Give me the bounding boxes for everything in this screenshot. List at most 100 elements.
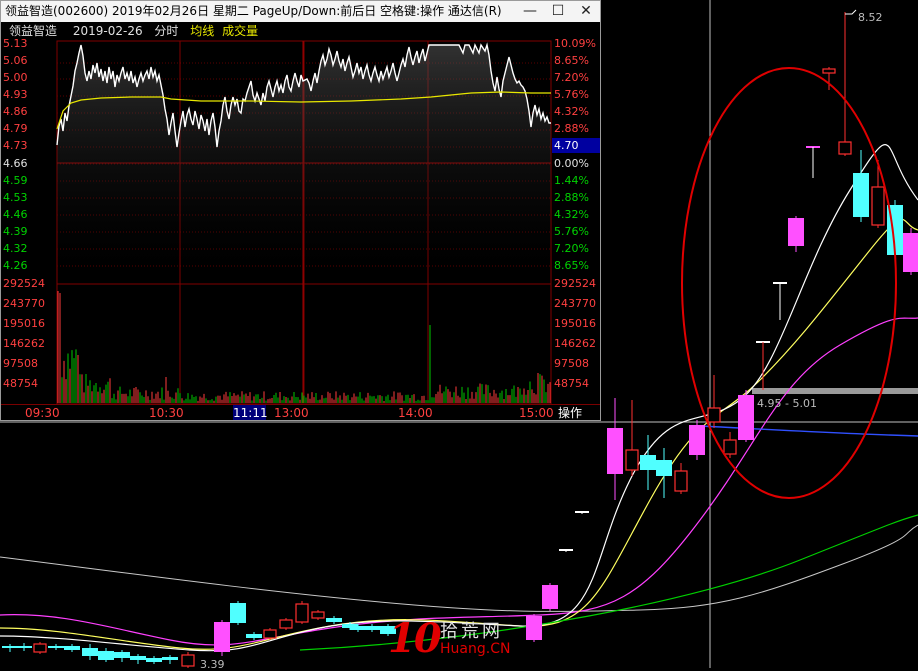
candle-body bbox=[707, 407, 721, 423]
candle-body bbox=[838, 141, 852, 155]
volume-tick-label-left: 292524 bbox=[3, 277, 45, 290]
candle-body bbox=[279, 619, 293, 629]
candle-body bbox=[114, 652, 130, 658]
price-tick-label: 4.73 bbox=[3, 139, 28, 152]
percent-tick-label: 0.00% bbox=[554, 157, 589, 170]
percent-tick-label: 8.65% bbox=[554, 259, 589, 272]
price-tick-label: 4.66 bbox=[3, 157, 28, 170]
candle-body bbox=[82, 648, 98, 656]
percent-tick-label: 4.32% bbox=[554, 208, 589, 221]
candle-body bbox=[625, 449, 639, 471]
price-tick-label: 4.93 bbox=[3, 88, 28, 101]
candle-body bbox=[853, 173, 869, 217]
price-tick-label: 4.53 bbox=[3, 191, 28, 204]
candle-body bbox=[674, 470, 688, 492]
candle-body bbox=[130, 656, 146, 660]
candle-body bbox=[33, 643, 47, 653]
current-price-box: 4.70 bbox=[552, 138, 600, 153]
low-price-label: 3.39 bbox=[200, 658, 225, 671]
volume-tick-label: 292524 bbox=[554, 277, 596, 290]
price-tick-label: 4.26 bbox=[3, 259, 28, 272]
candle-body bbox=[364, 626, 380, 630]
time-tick: 15:00 bbox=[519, 406, 554, 420]
volume-tick-label: 97508 bbox=[554, 357, 589, 370]
price-tick-label: 5.00 bbox=[3, 71, 28, 84]
candle-body bbox=[903, 233, 918, 272]
percent-tick-label: 5.76% bbox=[554, 88, 589, 101]
percent-tick-label: 1.44% bbox=[554, 174, 589, 187]
volume-tick-label-left: 195016 bbox=[3, 317, 45, 330]
percent-tick-label: 7.20% bbox=[554, 242, 589, 255]
candle-body bbox=[181, 654, 195, 667]
price-tick-label: 4.59 bbox=[3, 174, 28, 187]
candle-body bbox=[871, 186, 885, 226]
logo-cn: 拾荒网 bbox=[440, 621, 503, 642]
price-tick-label: 4.39 bbox=[3, 225, 28, 238]
price-tick-label: 4.79 bbox=[3, 122, 28, 135]
candle-body bbox=[788, 218, 804, 246]
high-marker bbox=[845, 9, 857, 15]
percent-tick-label: 5.76% bbox=[554, 225, 589, 238]
candle-body bbox=[48, 646, 64, 648]
operate-button[interactable]: 操作 bbox=[558, 405, 582, 420]
time-tick: 09:30 bbox=[25, 406, 60, 420]
candle-body bbox=[214, 622, 230, 652]
logo-en: Huang.CN bbox=[440, 641, 511, 657]
range-label: 4.95 - 5.01 bbox=[757, 397, 817, 410]
price-tick-label: 4.46 bbox=[3, 208, 28, 221]
volume-tick-label-left: 243770 bbox=[3, 297, 45, 310]
percent-tick-label: 4.32% bbox=[554, 105, 589, 118]
candle-body bbox=[738, 395, 754, 440]
candle-body bbox=[146, 658, 162, 662]
time-tick: 10:30 bbox=[149, 406, 184, 420]
candle-body bbox=[162, 657, 178, 660]
candle-body bbox=[542, 585, 558, 609]
candle-body bbox=[230, 603, 246, 623]
candle-body bbox=[98, 651, 114, 660]
candle-body bbox=[723, 439, 737, 455]
candle-body bbox=[607, 428, 623, 474]
candle-body bbox=[689, 425, 705, 455]
ma-line-long bbox=[0, 524, 918, 613]
time-axis: 09:30 10:30 11:11 13:00 14:00 15:00 操作 bbox=[1, 404, 600, 420]
percent-tick-label: 2.88% bbox=[554, 191, 589, 204]
high-price-label: 8.52 bbox=[858, 11, 883, 24]
volume-tick-label-left: 146262 bbox=[3, 337, 45, 350]
intraday-window[interactable]: 领益智造(002600) 2019年02月26日 星期二 PageUp/Down… bbox=[0, 0, 601, 421]
ma-line-blue bbox=[699, 425, 918, 437]
price-tick-label: 4.86 bbox=[3, 105, 28, 118]
percent-tick-label: 10.09% bbox=[554, 37, 596, 50]
time-tick: 14:00 bbox=[398, 406, 433, 420]
range-marker-bar bbox=[752, 388, 918, 394]
price-tick-label: 5.13 bbox=[3, 37, 28, 50]
candle-body bbox=[263, 629, 277, 639]
candle-body bbox=[16, 646, 32, 648]
candle-body bbox=[246, 634, 262, 638]
intraday-chart[interactable] bbox=[1, 1, 600, 421]
volume-tick-label-left: 48754 bbox=[3, 377, 38, 390]
volume-tick-label: 195016 bbox=[554, 317, 596, 330]
candle-body bbox=[2, 646, 18, 648]
site-logo: 10 拾荒网 Huang.CN bbox=[388, 615, 528, 665]
time-tick: 13:00 bbox=[274, 406, 309, 420]
candle-body bbox=[822, 68, 836, 74]
candle-body bbox=[326, 618, 342, 622]
volume-tick-label: 243770 bbox=[554, 297, 596, 310]
price-tick-label: 5.06 bbox=[3, 54, 28, 67]
volume-tick-label-left: 97508 bbox=[3, 357, 38, 370]
percent-tick-label: 8.65% bbox=[554, 54, 589, 67]
candle-body bbox=[640, 455, 656, 470]
candle-body bbox=[526, 616, 542, 640]
price-tick-label: 4.32 bbox=[3, 242, 28, 255]
percent-tick-label: 7.20% bbox=[554, 71, 589, 84]
candle-body bbox=[311, 611, 325, 619]
volume-tick-label: 48754 bbox=[554, 377, 589, 390]
candle-body bbox=[656, 460, 672, 476]
candle-body bbox=[295, 603, 309, 623]
candle-body bbox=[350, 626, 366, 630]
candle-body bbox=[64, 646, 80, 650]
volume-tick-label: 146262 bbox=[554, 337, 596, 350]
logo-number: 10 bbox=[388, 615, 442, 662]
percent-tick-label: 2.88% bbox=[554, 122, 589, 135]
time-cursor: 11:11 bbox=[233, 405, 268, 420]
